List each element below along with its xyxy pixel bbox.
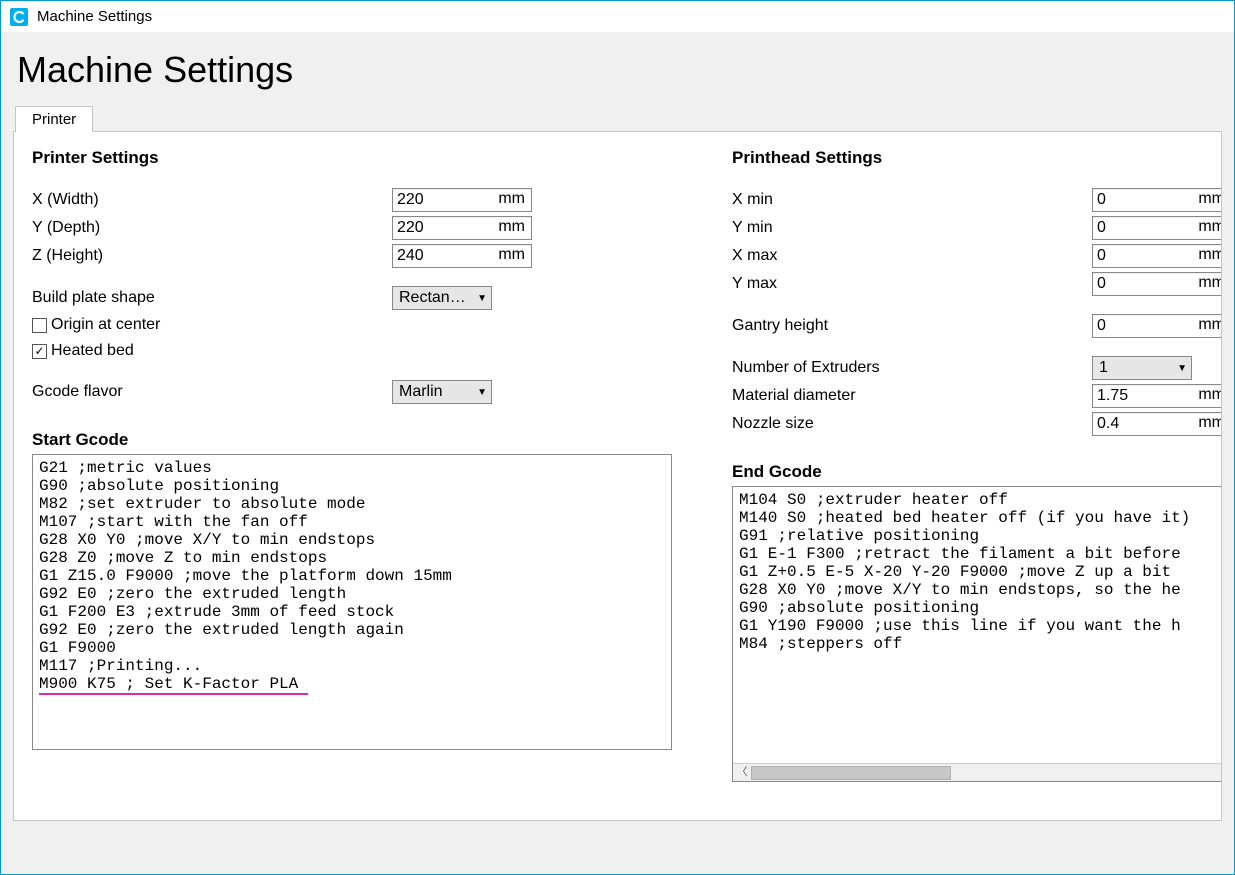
horizontal-scrollbar[interactable]: 〈 (733, 763, 1222, 781)
end-gcode-body: M104 S0 ;extruder heater off M140 S0 ;he… (739, 491, 1190, 653)
z-height-label: Z (Height) (32, 247, 392, 265)
heated-bed-checkbox[interactable]: ✓ (32, 344, 47, 359)
window-title: Machine Settings (37, 8, 152, 25)
y-max-input-wrap: mm (1092, 272, 1222, 296)
x-min-label: X min (732, 191, 1092, 209)
scroll-left-icon[interactable]: 〈 (733, 764, 751, 781)
z-height-input[interactable] (393, 245, 475, 267)
z-height-input-wrap: mm (392, 244, 532, 268)
y-min-input[interactable] (1093, 217, 1175, 239)
printhead-settings-column: Printhead Settings X min mm Y min (732, 148, 1222, 782)
end-gcode-textarea[interactable]: M104 S0 ;extruder heater off M140 S0 ;he… (732, 486, 1222, 782)
x-min-input[interactable] (1093, 189, 1175, 211)
gcode-flavor-dropdown[interactable]: Marlin ▼ (392, 380, 492, 404)
settings-panel: Printer Settings X (Width) mm Y (Depth) (13, 131, 1222, 821)
start-gcode-heading: Start Gcode (32, 430, 672, 450)
gantry-height-unit: mm (1175, 315, 1222, 337)
nozzle-size-input-wrap: mm (1092, 412, 1222, 436)
x-max-input[interactable] (1093, 245, 1175, 267)
y-min-unit: mm (1175, 217, 1222, 239)
chevron-down-icon: ▼ (1177, 363, 1187, 374)
titlebar: Machine Settings (1, 1, 1234, 33)
x-width-label: X (Width) (32, 191, 392, 209)
z-height-unit: mm (475, 245, 531, 267)
printer-settings-column: Printer Settings X (Width) mm Y (Depth) (32, 148, 672, 782)
num-extruders-dropdown[interactable]: 1 ▼ (1092, 356, 1192, 380)
x-width-input[interactable] (393, 189, 475, 211)
num-extruders-label: Number of Extruders (732, 359, 1092, 377)
y-max-unit: mm (1175, 273, 1222, 295)
x-width-input-wrap: mm (392, 188, 532, 212)
cura-app-icon (9, 7, 29, 27)
y-depth-unit: mm (475, 217, 531, 239)
chevron-down-icon: ▼ (477, 387, 487, 398)
y-min-label: Y min (732, 219, 1092, 237)
nozzle-size-input[interactable] (1093, 413, 1175, 435)
end-gcode-heading: End Gcode (732, 462, 1222, 482)
scrollbar-thumb[interactable] (751, 766, 951, 780)
y-depth-label: Y (Depth) (32, 219, 392, 237)
content-area: Machine Settings Printer Printer Setting… (1, 33, 1234, 874)
printhead-settings-heading: Printhead Settings (732, 148, 1222, 168)
x-max-label: X max (732, 247, 1092, 265)
x-width-unit: mm (475, 189, 531, 211)
gcode-flavor-value: Marlin (399, 383, 473, 401)
build-plate-shape-label: Build plate shape (32, 289, 392, 307)
material-diameter-unit: mm (1175, 385, 1222, 407)
build-plate-shape-value: Rectangu... (399, 289, 473, 307)
y-depth-input-wrap: mm (392, 216, 532, 240)
printer-settings-heading: Printer Settings (32, 148, 672, 168)
origin-at-center-checkbox[interactable] (32, 318, 47, 333)
page-title: Machine Settings (17, 49, 1222, 91)
material-diameter-input[interactable] (1093, 385, 1175, 407)
x-min-unit: mm (1175, 189, 1222, 211)
material-diameter-label: Material diameter (732, 387, 1092, 405)
window: Machine Settings Machine Settings Printe… (0, 0, 1235, 875)
start-gcode-highlighted-line: M900 K75 ; Set K-Factor PLA (39, 675, 308, 695)
nozzle-size-label: Nozzle size (732, 415, 1092, 433)
y-max-input[interactable] (1093, 273, 1175, 295)
gantry-height-label: Gantry height (732, 317, 1092, 335)
x-max-unit: mm (1175, 245, 1222, 267)
gantry-height-input[interactable] (1093, 315, 1175, 337)
start-gcode-body: G21 ;metric values G90 ;absolute positio… (39, 459, 452, 675)
num-extruders-value: 1 (1099, 359, 1173, 377)
y-depth-input[interactable] (393, 217, 475, 239)
x-min-input-wrap: mm (1092, 188, 1222, 212)
y-max-label: Y max (732, 275, 1092, 293)
nozzle-size-unit: mm (1175, 413, 1222, 435)
build-plate-shape-dropdown[interactable]: Rectangu... ▼ (392, 286, 492, 310)
gcode-flavor-label: Gcode flavor (32, 383, 392, 401)
material-diameter-input-wrap: mm (1092, 384, 1222, 408)
gantry-height-input-wrap: mm (1092, 314, 1222, 338)
tab-printer[interactable]: Printer (15, 106, 93, 132)
x-max-input-wrap: mm (1092, 244, 1222, 268)
origin-at-center-label: Origin at center (51, 316, 160, 334)
start-gcode-textarea[interactable]: G21 ;metric values G90 ;absolute positio… (32, 454, 672, 750)
chevron-down-icon: ▼ (477, 293, 487, 304)
tab-bar: Printer (15, 105, 1222, 131)
heated-bed-label: Heated bed (51, 342, 134, 360)
y-min-input-wrap: mm (1092, 216, 1222, 240)
